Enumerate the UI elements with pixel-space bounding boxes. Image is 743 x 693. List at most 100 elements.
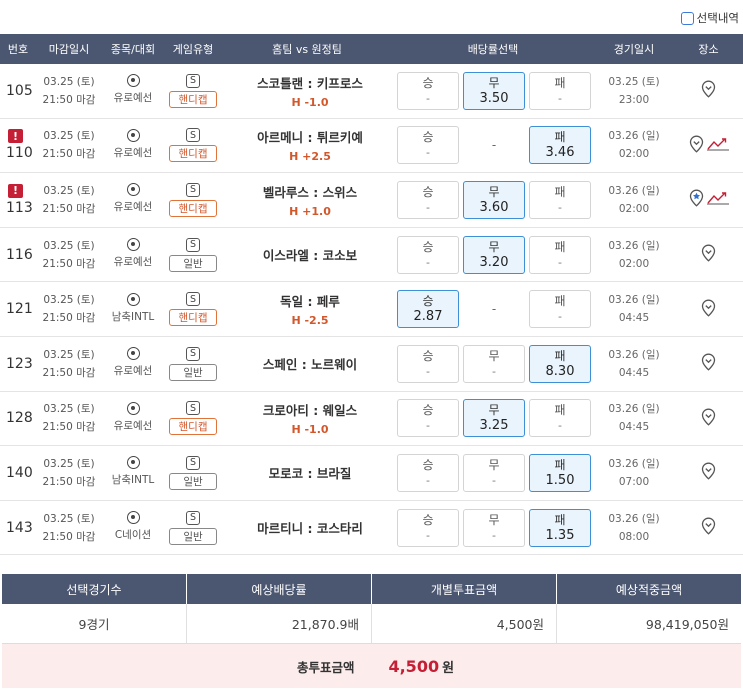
odds-label: 패 (554, 348, 566, 363)
selection-toggle[interactable]: 선택내역 (680, 10, 739, 26)
odds-button[interactable]: 승- (397, 126, 459, 165)
close-time-cell: 03.25 (토) 21:50 마감 (36, 392, 102, 446)
location-pin-icon[interactable] (700, 244, 717, 265)
odds-label: 승 (422, 294, 434, 309)
location-pin-icon[interactable] (700, 353, 717, 374)
close-time-cell: 03.25 (토) 21:50 마감 (36, 228, 102, 282)
trend-chart-icon[interactable] (707, 191, 729, 208)
odds-button[interactable]: 승- (397, 71, 459, 110)
odds-label: 무 (488, 457, 500, 472)
odds-button[interactable]: 패- (529, 290, 591, 329)
warning-icon: ! (8, 183, 23, 198)
odds-button[interactable]: 패 1.50 (529, 453, 591, 492)
odds-button[interactable]: 무- (463, 508, 525, 547)
league-cell: 남축INTL (102, 446, 164, 500)
match-teams: 독일 : 페루 (280, 294, 340, 310)
odds-label: 승 (422, 75, 434, 90)
trend-chart-icon[interactable] (707, 137, 729, 154)
table-header: 번호 마감일시 종목/대회 게임유형 홈팀 vs 원정팀 배당률선택 경기일시 … (0, 34, 743, 64)
game-date-cell: 03.26 (일) 04:45 (594, 392, 674, 446)
odds-button[interactable]: 패 8.30 (529, 344, 591, 383)
odds-button[interactable]: 승 2.87 (397, 290, 459, 329)
location-pin-icon[interactable] (700, 517, 717, 538)
odds-button[interactable]: 승- (397, 180, 459, 219)
game-type-pill: 핸디캡 (169, 309, 217, 327)
col-match: 홈팀 vs 원정팀 (272, 43, 342, 56)
odds-label: 승 (422, 512, 434, 527)
close-time: 21:50 마감 (42, 257, 96, 270)
odds-button[interactable]: 승- (397, 344, 459, 383)
bet-summary: 선택경기수 예상배당률 개별투표금액 예상적중금액 9경기 21,870.9배 … (2, 574, 741, 688)
odds-cell: 승 - 무 3.25 패 - (392, 392, 594, 446)
match-cell: 아르메니 : 튀르키예 H +2.5 (222, 119, 392, 173)
summary-head-game-count: 선택경기수 (2, 574, 187, 604)
odds-button[interactable]: 승- (397, 508, 459, 547)
location-pin-icon[interactable] (700, 80, 717, 101)
odds-value: - (426, 473, 430, 487)
location-pin-star-icon[interactable] (688, 189, 705, 210)
league-cell: 유로예선 (102, 173, 164, 227)
place-cell (674, 282, 743, 336)
odds-button[interactable]: 무 3.60 (463, 180, 525, 219)
match-cell: 독일 : 페루 H -2.5 (222, 282, 392, 336)
odds-button[interactable]: 패- (529, 235, 591, 274)
handicap-line: H -1.0 (291, 95, 329, 109)
game-type-cell: S 핸디캡 (164, 392, 222, 446)
location-pin-icon[interactable] (700, 462, 717, 483)
odds-button[interactable]: 승- (397, 399, 459, 438)
odds-button[interactable]: 무 3.20 (463, 235, 525, 274)
location-pin-icon[interactable] (700, 408, 717, 429)
odds-button[interactable]: 패- (529, 399, 591, 438)
game-date: 03.26 (일) (608, 457, 660, 470)
odds-label: 승 (422, 130, 434, 145)
handicap-line: H -2.5 (291, 314, 329, 328)
odds-button[interactable]: 무 3.50 (463, 71, 525, 110)
col-close-time: 마감일시 (48, 43, 90, 56)
odds-label: 무 (488, 348, 500, 363)
game-date-cell: 03.26 (일) 07:00 (594, 446, 674, 500)
odds-value: - (558, 255, 562, 269)
game-date: 03.26 (일) (608, 130, 660, 143)
odds-button[interactable]: 무- (463, 453, 525, 492)
top-bar: 선택내역 (0, 0, 743, 34)
game-number: 140 (6, 464, 33, 481)
summary-header: 선택경기수 예상배당률 개별투표금액 예상적중금액 (2, 574, 741, 604)
match-teams: 크로아티 : 웨일스 (262, 403, 358, 419)
warning-icon: ! (8, 129, 23, 144)
table-row: ! 110 03.25 (토) 21:50 마감 유로예선 S 핸디캡 아르메니… (0, 119, 743, 174)
odds-value: - (426, 364, 430, 378)
odds-button[interactable]: 패- (529, 180, 591, 219)
game-date-cell: 03.25 (토) 23:00 (594, 64, 674, 118)
odds-value: 3.50 (479, 90, 509, 106)
odds-button[interactable]: 승- (397, 235, 459, 274)
league-name: 유로예선 (113, 146, 153, 159)
odds-button[interactable]: 무- (463, 344, 525, 383)
game-number-cell: 123 (0, 337, 36, 391)
match-teams: 스페인 : 노르웨이 (262, 357, 358, 373)
close-date: 03.25 (토) (43, 130, 95, 143)
location-pin-icon[interactable] (688, 135, 705, 156)
odds-cell: 승 - 무 3.60 패 - (392, 173, 594, 227)
odds-value: - (426, 146, 430, 160)
odds-button[interactable]: 패 1.35 (529, 508, 591, 547)
summary-head-expected-payout: 예상적중금액 (615, 582, 683, 597)
odds-button[interactable]: 승- (397, 453, 459, 492)
checkbox-icon[interactable] (680, 11, 694, 25)
selection-toggle-label: 선택내역 (696, 11, 739, 25)
odds-button[interactable]: 패- (529, 71, 591, 110)
odds-value: - (426, 255, 430, 269)
handicap-line: H -1.0 (291, 423, 329, 437)
odds-label: 무 (488, 184, 500, 199)
s-badge-icon: S (186, 401, 200, 416)
location-pin-icon[interactable] (700, 299, 717, 320)
odds-value: - (426, 419, 430, 433)
odds-cell: 승 - 무 3.20 패 - (392, 228, 594, 282)
odds-label: 승 (422, 239, 434, 254)
game-number-cell: ! 110 (0, 119, 36, 173)
odds-button[interactable]: 무 3.25 (463, 399, 525, 438)
close-date: 03.25 (토) (43, 348, 95, 361)
match-cell: 벨라루스 : 스위스 H +1.0 (222, 173, 392, 227)
odds-button[interactable]: 패 3.46 (529, 126, 591, 165)
s-badge-icon: S (186, 237, 200, 252)
game-date-cell: 03.26 (일) 02:00 (594, 119, 674, 173)
